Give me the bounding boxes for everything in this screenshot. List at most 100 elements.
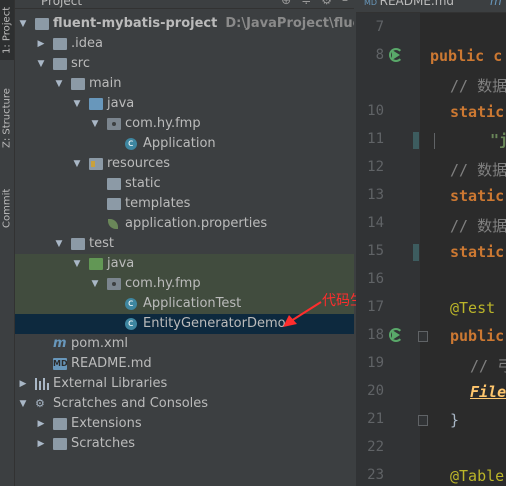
hide-icon[interactable]: – xyxy=(342,0,348,7)
line-number: 19 xyxy=(367,355,384,371)
tree-item-label: templates xyxy=(125,196,191,211)
code-line: // 弓 xyxy=(470,357,506,375)
code-line: static xyxy=(450,103,505,121)
tree-item-extensions[interactable]: ▶ Extensions xyxy=(15,414,354,434)
code-line: @Test xyxy=(450,299,496,317)
fold-icon[interactable] xyxy=(418,331,428,342)
gear-icon[interactable]: ⚙ xyxy=(321,0,332,7)
tree-item-main-package[interactable]: ▼ com.hy.fmp xyxy=(15,114,354,134)
resources-folder-icon xyxy=(89,158,103,170)
chevron-down-icon[interactable]: ▼ xyxy=(53,234,65,254)
tree-item-label: ApplicationTest xyxy=(143,296,242,311)
tree-item-templates[interactable]: templates xyxy=(15,194,354,214)
tree-item-external-libraries[interactable]: ▶ External Libraries xyxy=(15,374,354,394)
folder-icon xyxy=(53,38,67,50)
chevron-down-icon[interactable]: ▼ xyxy=(89,274,101,294)
line-number: 15 xyxy=(367,243,384,259)
tree-item-scratches[interactable]: ▶ Scratches xyxy=(15,434,354,454)
source-folder-icon xyxy=(89,98,103,110)
tab-readme[interactable]: MD README.md xyxy=(364,0,454,8)
tree-item-test[interactable]: ▼ test xyxy=(15,234,354,254)
tree-item-resources[interactable]: ▼ resources xyxy=(15,154,354,174)
run-class-icon[interactable] xyxy=(389,48,403,62)
code-line: @Table xyxy=(450,467,505,485)
code-line: static xyxy=(450,187,505,205)
folder-icon xyxy=(107,198,121,210)
tree-item-static[interactable]: static xyxy=(15,174,354,194)
tree-item-label: java xyxy=(107,96,135,111)
code-line: static xyxy=(450,243,505,261)
line-number: 21 xyxy=(367,411,384,427)
code-editor[interactable]: MD README.md m 7 8 10 11 12 13 14 15 16 … xyxy=(356,0,506,486)
collapse-icon[interactable]: ≑ xyxy=(301,0,311,7)
change-marker[interactable] xyxy=(413,132,419,149)
tree-item-label: src xyxy=(71,56,90,71)
tree-item-application-properties[interactable]: application.properties xyxy=(15,214,354,234)
tree-item-label: .idea xyxy=(71,36,103,51)
panel-title[interactable]: Project xyxy=(41,0,82,8)
tree-item-label: java xyxy=(107,256,135,271)
change-marker[interactable] xyxy=(413,244,419,261)
tree-item-readme[interactable]: MD README.md xyxy=(15,354,354,374)
code-line: public c xyxy=(430,47,503,65)
code-line: "j xyxy=(490,131,506,149)
code-line: public xyxy=(450,327,505,345)
code-line: } xyxy=(450,411,460,429)
folder-icon xyxy=(71,78,85,90)
test-class-icon xyxy=(125,294,137,314)
tree-item-main[interactable]: ▼ main xyxy=(15,74,354,94)
folder-icon xyxy=(71,238,85,250)
chevron-down-icon[interactable]: ▼ xyxy=(17,394,29,414)
library-icon xyxy=(35,378,49,390)
tree-item-label: EntityGeneratorDemo xyxy=(143,316,286,331)
folder-icon xyxy=(53,418,67,430)
add-icon[interactable]: ⊕ xyxy=(281,0,291,7)
scratches-icon: ⚙ xyxy=(35,397,45,410)
maven-tab-icon[interactable]: m xyxy=(490,0,502,8)
tree-item-test-java[interactable]: ▼ java xyxy=(15,254,354,274)
project-panel-header: Project ⊕ ≑ ⚙ – xyxy=(15,0,354,9)
tree-item-project-root[interactable]: ▼ fluent-mybatis-project D:\JavaProject\f… xyxy=(15,14,354,34)
chevron-down-icon[interactable]: ▼ xyxy=(17,14,29,34)
line-number: 18 xyxy=(367,327,384,343)
project-tool-tab[interactable]: 1: Project xyxy=(0,0,14,60)
chevron-right-icon[interactable]: ▶ xyxy=(35,414,47,434)
chevron-right-icon[interactable]: ▶ xyxy=(35,434,47,454)
line-number: 16 xyxy=(367,271,384,287)
chevron-right-icon[interactable]: ▶ xyxy=(17,374,29,394)
markdown-icon: MD xyxy=(364,0,380,7)
folder-icon xyxy=(53,438,67,450)
chevron-down-icon[interactable]: ▼ xyxy=(71,94,83,114)
tree-item-src[interactable]: ▼ src xyxy=(15,54,354,74)
folder-icon xyxy=(53,58,67,70)
fold-icon[interactable] xyxy=(418,415,428,426)
run-method-icon[interactable] xyxy=(389,328,403,342)
tree-item-idea[interactable]: ▶ .idea xyxy=(15,34,354,54)
indent-guide xyxy=(434,133,435,149)
chevron-down-icon[interactable]: ▼ xyxy=(71,254,83,274)
code-area[interactable]: public c // 数据 static "j // 数据 static //… xyxy=(430,13,506,486)
tree-item-label: test xyxy=(89,236,114,251)
editor-gutter: 7 8 10 11 12 13 14 15 16 17 18 19 20 21 … xyxy=(356,13,428,486)
line-number: 14 xyxy=(367,215,384,231)
structure-tool-tab[interactable]: Z: Structure xyxy=(0,78,14,158)
tree-item-scratches-consoles[interactable]: ▼ ⚙ Scratches and Consoles xyxy=(15,394,354,414)
folder-icon xyxy=(107,178,121,190)
tree-item-main-java[interactable]: ▼ java xyxy=(15,94,354,114)
spring-leaf-icon xyxy=(108,219,118,229)
maven-icon: m xyxy=(53,336,67,351)
tree-item-label: resources xyxy=(107,156,171,171)
line-number: 12 xyxy=(367,159,384,175)
chevron-down-icon[interactable]: ▼ xyxy=(71,154,83,174)
line-number: 8 xyxy=(375,47,384,63)
folder-icon xyxy=(35,18,49,30)
chevron-right-icon[interactable]: ▶ xyxy=(35,34,47,54)
tree-item-application[interactable]: Application xyxy=(15,134,354,154)
chevron-down-icon[interactable]: ▼ xyxy=(89,114,101,134)
tree-item-pom[interactable]: m pom.xml xyxy=(15,334,354,354)
chevron-down-icon[interactable]: ▼ xyxy=(53,74,65,94)
code-line: // 数据 xyxy=(450,77,506,95)
chevron-down-icon[interactable]: ▼ xyxy=(35,54,47,74)
commit-tool-tab[interactable]: Commit xyxy=(0,178,14,238)
tree-item-test-package[interactable]: ▼ com.hy.fmp xyxy=(15,274,354,294)
